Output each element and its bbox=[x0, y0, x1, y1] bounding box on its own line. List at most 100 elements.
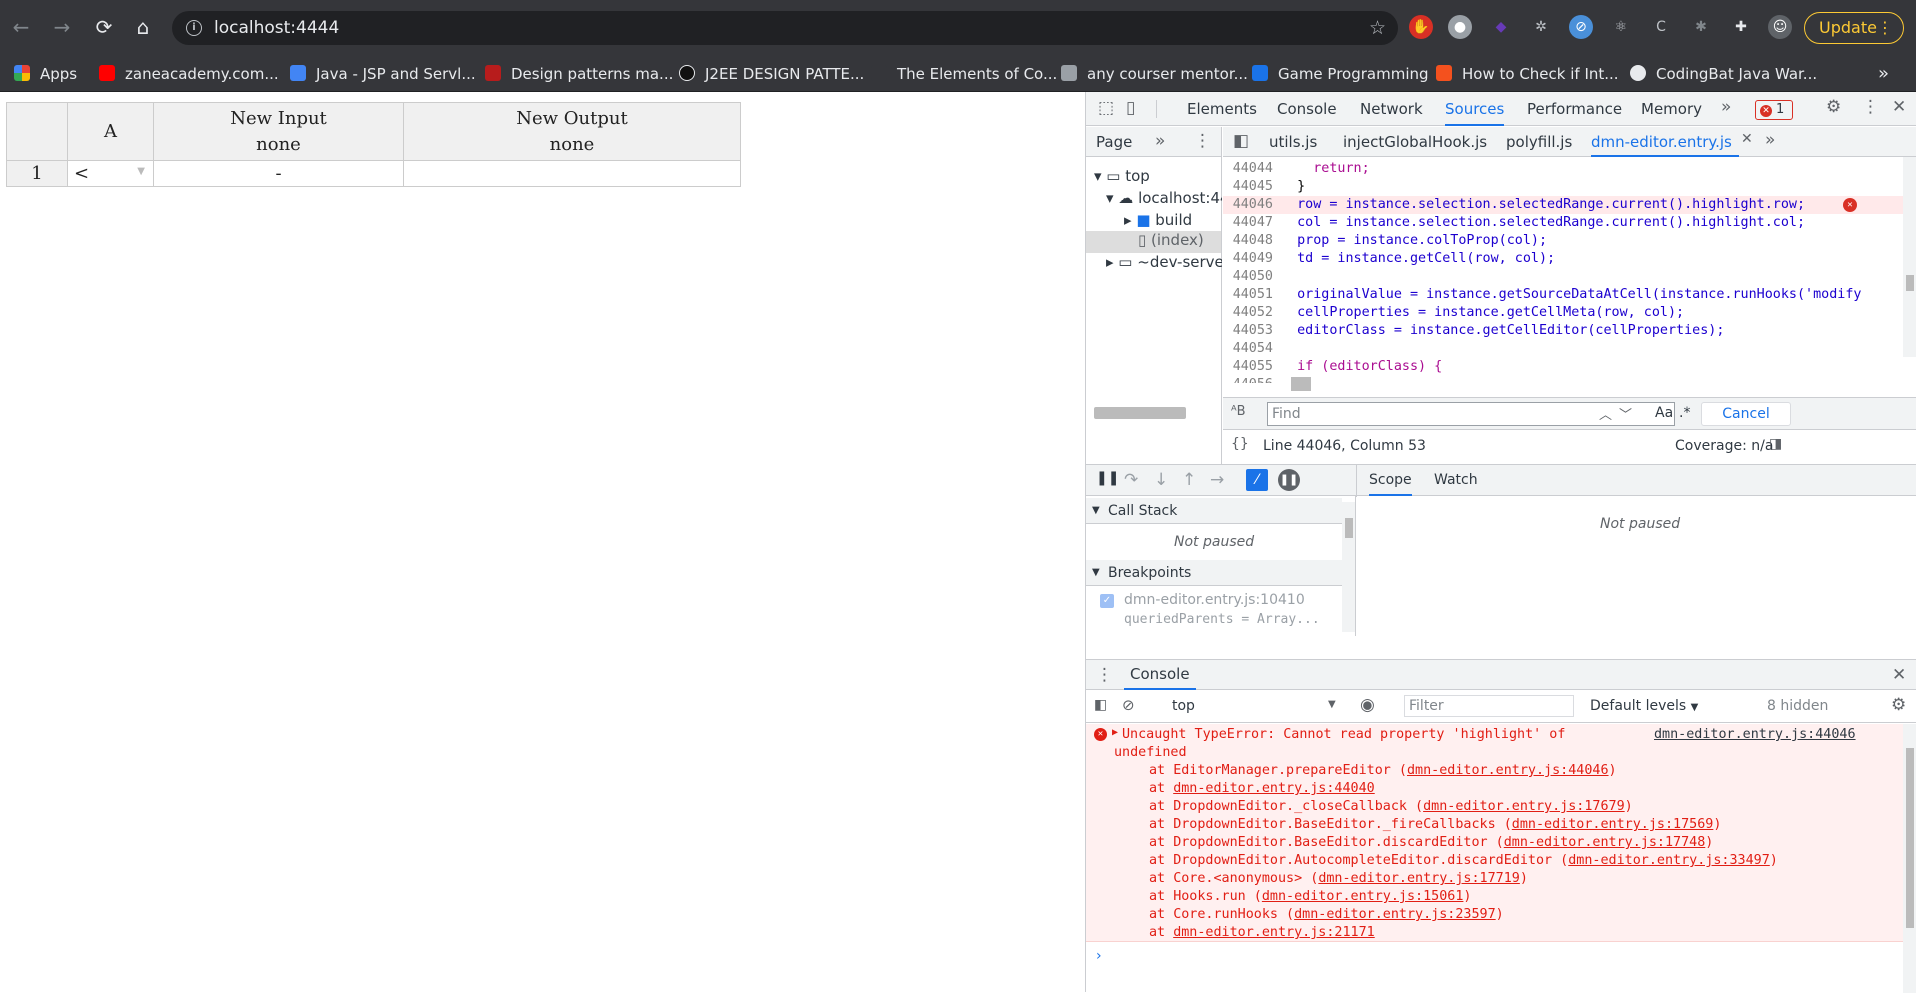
pause-icon[interactable]: ❚❚ bbox=[1096, 470, 1119, 486]
line-number[interactable]: 44047 bbox=[1223, 214, 1281, 232]
bookmark-item[interactable]: CodingBat Java War... bbox=[1630, 56, 1817, 92]
line-number[interactable]: 44053 bbox=[1223, 322, 1281, 340]
settings-gear-icon[interactable]: ⚙ bbox=[1891, 695, 1906, 715]
stack-link[interactable]: dmn-editor.entry.js:17719 bbox=[1318, 871, 1520, 886]
step-into-icon[interactable]: ↓ bbox=[1154, 470, 1168, 490]
line-number[interactable]: 44044 bbox=[1223, 160, 1281, 178]
bookmark-item[interactable]: zaneacademy.com... bbox=[99, 56, 279, 92]
dropdown-arrow-icon[interactable]: ▼ bbox=[1328, 699, 1336, 710]
column-header-a[interactable]: A bbox=[67, 102, 154, 161]
line-number[interactable]: 44049 bbox=[1223, 250, 1281, 268]
chevron-down-icon[interactable]: ﹀ bbox=[1619, 404, 1632, 423]
extension-icon[interactable]: C bbox=[1649, 15, 1673, 39]
horizontal-scrollbar[interactable] bbox=[1223, 377, 1916, 391]
input-cell[interactable]: - bbox=[153, 160, 404, 187]
tree-item-build[interactable]: ▸ ■ build bbox=[1124, 211, 1192, 229]
stack-link[interactable]: dmn-editor.entry.js:23597 bbox=[1294, 907, 1496, 922]
breakpoint-location[interactable]: dmn-editor.entry.js:10410 bbox=[1124, 592, 1305, 608]
close-icon[interactable]: ✕ bbox=[1892, 665, 1906, 685]
address-bar[interactable]: i localhost:4444 ☆ bbox=[172, 11, 1398, 45]
bookmark-item[interactable]: Apps bbox=[14, 56, 77, 92]
scrollbar-thumb[interactable] bbox=[1291, 377, 1311, 391]
deactivate-breakpoints-icon[interactable]: ⁄ bbox=[1246, 469, 1268, 491]
vertical-scrollbar[interactable] bbox=[1342, 502, 1355, 632]
kebab-menu-icon[interactable]: ⋮ bbox=[1194, 131, 1211, 151]
stack-link[interactable]: dmn-editor.entry.js:21171 bbox=[1173, 925, 1375, 940]
tab-scope[interactable]: Scope bbox=[1369, 465, 1412, 496]
bookmark-item[interactable]: Design patterns ma... bbox=[485, 56, 673, 92]
error-icon[interactable]: ✕ bbox=[1843, 198, 1857, 212]
stack-link[interactable]: dmn-editor.entry.js:44046 bbox=[1407, 763, 1609, 778]
call-stack-header[interactable]: Call Stack bbox=[1086, 498, 1342, 524]
extension-icon[interactable]: ◆ bbox=[1489, 15, 1513, 39]
back-button[interactable]: ← bbox=[6, 13, 36, 43]
tab-page[interactable]: Page bbox=[1096, 133, 1132, 151]
line-number[interactable]: 44046 bbox=[1223, 196, 1281, 214]
tab-sources[interactable]: Sources bbox=[1445, 92, 1505, 126]
more-tabs-icon[interactable]: » bbox=[1765, 130, 1775, 150]
dropdown-arrow-icon[interactable]: ▼ bbox=[137, 166, 145, 177]
log-levels-dropdown[interactable]: Default levels ▼ bbox=[1590, 698, 1698, 714]
stack-link[interactable]: dmn-editor.entry.js:44040 bbox=[1173, 781, 1375, 796]
pretty-print-icon[interactable]: {} bbox=[1231, 436, 1249, 452]
step-over-icon[interactable]: ↷ bbox=[1124, 470, 1138, 490]
step-icon[interactable]: → bbox=[1210, 470, 1224, 490]
more-tabs-icon[interactable]: » bbox=[1721, 97, 1731, 117]
cancel-button[interactable]: Cancel bbox=[1701, 402, 1791, 426]
tab-performance[interactable]: Performance bbox=[1527, 92, 1622, 126]
clear-console-icon[interactable]: ⊘ bbox=[1122, 696, 1135, 714]
close-icon[interactable]: ✕ bbox=[1892, 97, 1906, 117]
file-tab-active[interactable]: dmn-editor.entry.js bbox=[1591, 127, 1739, 157]
reload-button[interactable]: ⟳ bbox=[89, 13, 119, 43]
line-number[interactable]: 44055 bbox=[1223, 358, 1281, 376]
expand-triangle-icon[interactable]: ▶ bbox=[1112, 727, 1118, 738]
regex-button[interactable]: .* bbox=[1679, 405, 1690, 421]
extension-icon[interactable]: ✲ bbox=[1529, 15, 1553, 39]
error-source-link[interactable]: dmn-editor.entry.js:44046 bbox=[1654, 726, 1856, 744]
breakpoints-header[interactable]: Breakpoints bbox=[1086, 560, 1342, 586]
tab-watch[interactable]: Watch bbox=[1434, 465, 1478, 496]
react-devtools-icon[interactable]: ⚛ bbox=[1609, 15, 1633, 39]
error-count-badge[interactable]: ✕ 1 bbox=[1755, 100, 1793, 120]
find-input[interactable]: Find bbox=[1267, 402, 1675, 426]
line-number[interactable]: 44050 bbox=[1223, 268, 1281, 286]
stack-link[interactable]: dmn-editor.entry.js:17679 bbox=[1423, 799, 1625, 814]
avatar[interactable]: ☺ bbox=[1768, 15, 1792, 39]
forward-button[interactable]: → bbox=[47, 13, 77, 43]
console-prompt[interactable]: › bbox=[1096, 948, 1102, 964]
stack-link[interactable]: dmn-editor.entry.js:17569 bbox=[1512, 817, 1714, 832]
inspect-element-icon[interactable]: ⬚ bbox=[1098, 98, 1114, 118]
pause-on-exceptions-icon[interactable]: ❚❚ bbox=[1278, 469, 1300, 491]
bookmark-item[interactable]: Game Programming bbox=[1252, 56, 1429, 92]
line-number[interactable]: 44054 bbox=[1223, 340, 1281, 358]
device-toolbar-icon[interactable]: ▯ bbox=[1126, 98, 1135, 118]
context-selector[interactable]: top bbox=[1172, 698, 1195, 714]
tab-memory[interactable]: Memory bbox=[1641, 92, 1702, 126]
tab-console-drawer[interactable]: Console bbox=[1124, 660, 1196, 690]
tab-console[interactable]: Console bbox=[1277, 92, 1337, 126]
extension-icon[interactable]: ✋ bbox=[1409, 15, 1433, 39]
settings-gear-icon[interactable]: ⚙ bbox=[1826, 97, 1841, 117]
horizontal-scrollbar[interactable] bbox=[1094, 407, 1186, 419]
site-info-icon[interactable]: i bbox=[186, 20, 202, 36]
line-number[interactable]: 44048 bbox=[1223, 232, 1281, 250]
extension-icon[interactable]: ⊘ bbox=[1569, 15, 1593, 39]
eye-icon[interactable]: ◉ bbox=[1360, 695, 1375, 715]
input-column-header[interactable]: New Input none bbox=[153, 102, 404, 161]
toggle-debugger-icon[interactable]: ◨ bbox=[1769, 436, 1782, 452]
line-number[interactable]: 44045 bbox=[1223, 178, 1281, 196]
vertical-scrollbar[interactable] bbox=[1903, 157, 1916, 357]
tab-elements[interactable]: Elements bbox=[1187, 92, 1257, 126]
scrollbar-thumb[interactable] bbox=[1345, 518, 1353, 538]
update-button[interactable]: Update ⋮ bbox=[1804, 12, 1904, 44]
bookmark-item[interactable]: The Elements of Co... bbox=[871, 56, 1057, 92]
line-number[interactable]: 44056 bbox=[1223, 376, 1281, 383]
filter-input[interactable]: Filter bbox=[1404, 695, 1574, 717]
file-tab[interactable]: utils.js bbox=[1269, 127, 1317, 157]
stack-link[interactable]: dmn-editor.entry.js:33497 bbox=[1568, 853, 1770, 868]
tab-network[interactable]: Network bbox=[1360, 92, 1423, 126]
file-tab[interactable]: injectGlobalHook.js bbox=[1343, 127, 1487, 157]
vertical-scrollbar[interactable] bbox=[1903, 724, 1916, 993]
line-number[interactable]: 44051 bbox=[1223, 286, 1281, 304]
kebab-menu-icon[interactable]: ⋮ bbox=[1862, 97, 1879, 117]
